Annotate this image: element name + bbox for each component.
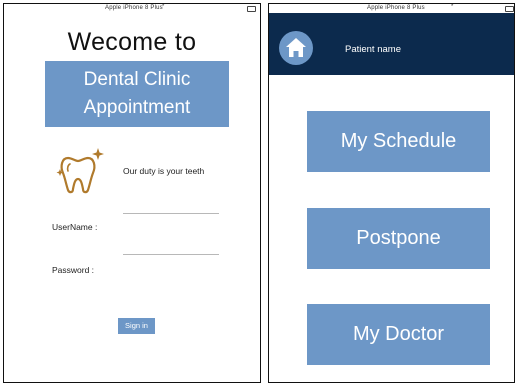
status-device-name: Apple iPhone 8 Plus (105, 5, 163, 11)
tooth-sparkle-icon (56, 148, 104, 194)
status-device-name: Apple iPhone 8 Plus (367, 5, 425, 11)
clinic-banner: Dental Clinic Appointment (45, 61, 229, 127)
tagline: Our duty is your teeth (123, 166, 205, 176)
welcome-title: Wecome to (67, 28, 197, 56)
postpone-button[interactable]: Postpone (307, 208, 490, 269)
home-button[interactable] (279, 31, 313, 65)
sign-in-button[interactable]: Sign in (118, 318, 155, 334)
banner-line-1: Dental Clinic (83, 69, 191, 90)
password-field[interactable] (123, 254, 219, 255)
banner-line-2: Appointment (83, 97, 191, 118)
status-signal-icon: * (451, 4, 454, 10)
login-screen: Apple iPhone 8 Plus * Wecome to Dental C… (3, 3, 261, 383)
home-screen: Apple iPhone 8 Plus * Patient name My Sc… (268, 3, 515, 383)
battery-icon (247, 6, 256, 12)
battery-icon (505, 6, 514, 12)
home-icon (286, 38, 306, 57)
username-label: UserName : (52, 222, 98, 232)
patient-name: Patient name (345, 44, 401, 55)
username-field[interactable] (123, 213, 219, 214)
status-signal-icon: * (162, 4, 165, 10)
my-schedule-button[interactable]: My Schedule (307, 111, 490, 172)
password-label: Password : (52, 265, 95, 275)
my-doctor-button[interactable]: My Doctor (307, 304, 490, 365)
